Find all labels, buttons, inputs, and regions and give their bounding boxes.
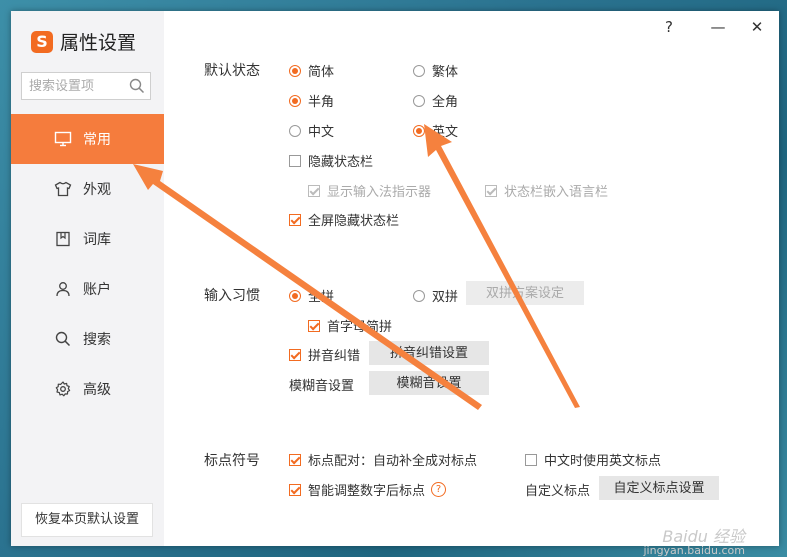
checkbox-indicator[interactable] (289, 213, 301, 226)
option-label: 繁体 (432, 65, 459, 80)
radio-half-width[interactable]: 半角 (289, 91, 334, 110)
radio-indicator[interactable] (289, 94, 301, 107)
radio-full-pinyin[interactable]: 全拼 (289, 286, 334, 305)
checkbox-indicator[interactable] (289, 453, 301, 466)
checkbox-initial-abbrev[interactable]: 首字母简拼 (308, 316, 392, 335)
section-label-input-habit: 输入习惯 (204, 288, 260, 304)
checkbox-indicator[interactable] (289, 483, 301, 496)
checkbox-smart-adjust[interactable]: 智能调整数字后标点 ? (289, 480, 447, 499)
section-label-punctuation: 标点符号 (204, 453, 260, 469)
radio-double-pinyin[interactable]: 双拼 (413, 286, 458, 305)
option-label: 双拼 (432, 290, 459, 305)
settings-content: ? — ✕ 默认状态 简体 繁体 半角 全角 中文 英文 隐藏状态栏 显示输入法… (11, 11, 779, 546)
checkbox-indicator[interactable] (289, 154, 301, 167)
checkbox-indicator[interactable] (308, 319, 320, 332)
settings-window: S 属性设置 常用 外观 词库 (11, 11, 779, 546)
option-label: 半角 (308, 95, 335, 110)
checkbox-indicator[interactable] (525, 453, 537, 466)
option-label: 显示输入法指示器 (327, 185, 432, 200)
radio-english[interactable]: 英文 (413, 121, 458, 140)
radio-indicator[interactable] (289, 64, 301, 77)
option-label: 智能调整数字后标点 (308, 484, 426, 499)
help-button[interactable]: ? (659, 17, 679, 37)
option-label: 中文时使用英文标点 (544, 454, 662, 469)
checkbox-status-bar-embed-lang[interactable]: 状态栏嵌入语言栏 (485, 181, 608, 200)
section-label-default-state: 默认状态 (204, 63, 260, 79)
option-label: 状态栏嵌入语言栏 (504, 185, 609, 200)
checkbox-english-punct-in-chinese[interactable]: 中文时使用英文标点 (525, 450, 661, 469)
custom-punct-label: 自定义标点 (525, 484, 591, 499)
checkbox-indicator[interactable] (485, 184, 497, 197)
help-question-icon[interactable]: ? (431, 482, 447, 497)
fuzzy-settings-label: 模糊音设置 (289, 379, 355, 394)
option-label: 全拼 (308, 290, 335, 305)
radio-traditional[interactable]: 繁体 (413, 61, 458, 80)
radio-indicator[interactable] (413, 289, 425, 302)
option-label: 标点配对：自动补全成对标点 (308, 454, 478, 469)
radio-indicator[interactable] (413, 124, 425, 137)
radio-chinese[interactable]: 中文 (289, 121, 334, 140)
pinyin-correction-settings-button[interactable]: 拼音纠错设置 (369, 341, 489, 365)
checkbox-indicator[interactable] (308, 184, 320, 197)
checkbox-pinyin-correction[interactable]: 拼音纠错 (289, 345, 360, 364)
double-pinyin-settings-button[interactable]: 双拼方案设定 (466, 281, 584, 305)
option-label: 隐藏状态栏 (308, 155, 374, 170)
checkbox-show-ime-indicator[interactable]: 显示输入法指示器 (308, 181, 431, 200)
radio-indicator[interactable] (413, 64, 425, 77)
custom-punct-settings-button[interactable]: 自定义标点设置 (599, 476, 719, 500)
checkbox-hide-status-bar[interactable]: 隐藏状态栏 (289, 151, 373, 170)
option-label: 拼音纠错 (308, 349, 361, 364)
option-label: 首字母简拼 (327, 320, 393, 335)
checkbox-punct-pairing[interactable]: 标点配对：自动补全成对标点 (289, 450, 477, 469)
option-label: 英文 (432, 125, 459, 140)
close-button[interactable]: ✕ (747, 17, 767, 37)
radio-indicator[interactable] (413, 94, 425, 107)
checkbox-fullscreen-hide-status-bar[interactable]: 全屏隐藏状态栏 (289, 210, 399, 229)
minimize-button[interactable]: — (708, 17, 728, 37)
watermark-url: jingyan.baidu.com (643, 544, 745, 557)
radio-indicator[interactable] (289, 289, 301, 302)
fuzzy-settings-button[interactable]: 模糊音设置 (369, 371, 489, 395)
option-label: 全屏隐藏状态栏 (308, 214, 400, 229)
option-label: 简体 (308, 65, 335, 80)
checkbox-indicator[interactable] (289, 348, 301, 361)
option-label: 全角 (432, 95, 459, 110)
radio-simplified[interactable]: 简体 (289, 61, 334, 80)
radio-indicator[interactable] (289, 124, 301, 137)
radio-full-width[interactable]: 全角 (413, 91, 458, 110)
option-label: 中文 (308, 125, 335, 140)
